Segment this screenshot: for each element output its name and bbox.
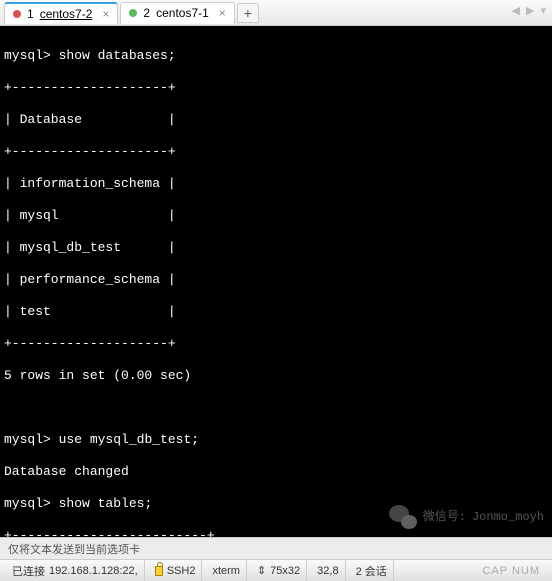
status-dot-icon (129, 9, 137, 17)
resize-icon: ⇕ (257, 564, 266, 577)
new-tab-button[interactable]: + (237, 3, 259, 23)
close-icon[interactable]: × (102, 7, 109, 21)
close-icon[interactable]: × (219, 6, 226, 20)
tab-nav: ◀ ▶ ▾ (510, 4, 548, 17)
status-bar: 已连接 192.168.1.128:22, SSH2 xterm ⇕ 75x32… (0, 559, 552, 581)
hint-text: 仅将文本发送到当前选项卡 (8, 541, 140, 557)
status-size: ⇕ 75x32 (251, 560, 307, 581)
status-capnum: CAP NUM (476, 565, 546, 577)
terminal-output[interactable]: mysql> show databases; +----------------… (0, 26, 552, 537)
watermark: 微信号: Jonmo_moyh (389, 503, 544, 531)
plus-icon: + (244, 5, 252, 21)
tab-label: centos7-1 (156, 6, 209, 20)
nav-menu-icon[interactable]: ▾ (538, 4, 548, 17)
lock-icon (155, 566, 163, 576)
wechat-icon (389, 503, 417, 531)
status-term: xterm (206, 560, 247, 581)
tab-bar: 1 centos7-2 × 2 centos7-1 × + ◀ ▶ ▾ (0, 0, 552, 26)
tab-index: 2 (143, 6, 150, 20)
nav-right-icon[interactable]: ▶ (524, 4, 536, 17)
status-sessions: 2 会话 (350, 560, 394, 581)
tab-centos7-1[interactable]: 2 centos7-1 × (120, 2, 234, 24)
nav-left-icon[interactable]: ◀ (510, 4, 522, 17)
tab-label: centos7-2 (40, 7, 93, 21)
tab-index: 1 (27, 7, 34, 21)
status-dot-icon (13, 10, 21, 18)
status-position: 32,8 (311, 560, 345, 581)
watermark-value: Jonmo_moyh (472, 509, 544, 525)
hint-bar: 仅将文本发送到当前选项卡 (0, 537, 552, 559)
status-connection: 已连接 192.168.1.128:22, (6, 560, 145, 581)
tab-centos7-2[interactable]: 1 centos7-2 × (4, 2, 118, 24)
status-protocol: SSH2 (149, 560, 203, 581)
